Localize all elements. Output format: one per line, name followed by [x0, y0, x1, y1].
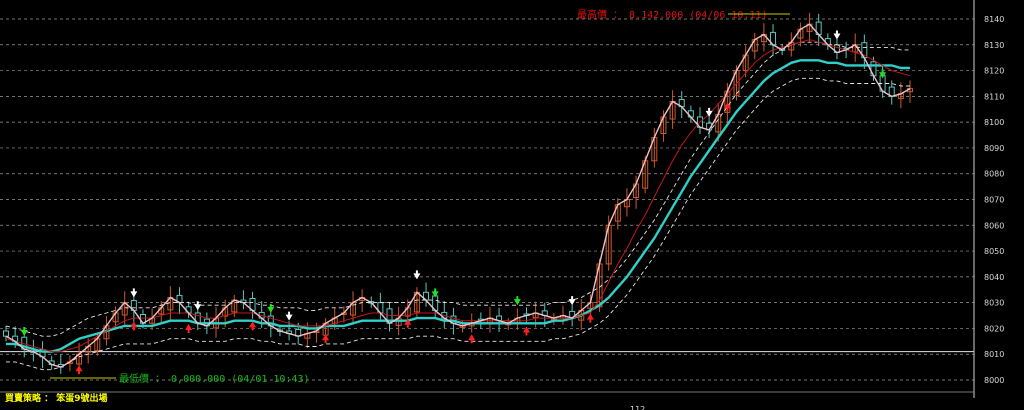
y-tick-label: 8010 — [984, 350, 1004, 359]
candle-body — [3, 330, 9, 337]
strategy-label: 買賣策略 ： 笨蛋9號出場 — [5, 392, 108, 404]
y-tick-label: 8030 — [984, 299, 1004, 308]
high-annotation: 最高價 ： 8,142.000 (04/06 10:11) — [577, 8, 790, 21]
y-tick-label: 8140 — [984, 15, 1004, 24]
low-annotation-text: 最低價 ： 0,000.000 (04/01 10:43) — [119, 372, 310, 385]
candlestick-chart: 8140 8130 8120 8110 8100 8090 8080 8070 8060 8050… — [0, 0, 1024, 410]
y-tick-label: 8000 — [984, 376, 1004, 385]
y-tick-label: 8130 — [984, 41, 1004, 50]
y-tick-label: 8100 — [984, 118, 1004, 127]
y-tick-label: 8070 — [984, 196, 1004, 205]
y-tick-label: 8090 — [984, 144, 1004, 153]
y-tick-label: 8020 — [984, 324, 1004, 333]
footer-mid-mark: 112 — [630, 405, 645, 410]
y-tick-label: 8080 — [984, 170, 1004, 179]
y-tick-label: 8120 — [984, 67, 1004, 76]
y-tick-label: 8040 — [984, 273, 1004, 282]
y-tick-label: 8050 — [984, 247, 1004, 256]
y-tick-label: 8110 — [984, 92, 1004, 101]
y-tick-label: 8060 — [984, 221, 1004, 230]
chart-background — [0, 0, 1024, 410]
